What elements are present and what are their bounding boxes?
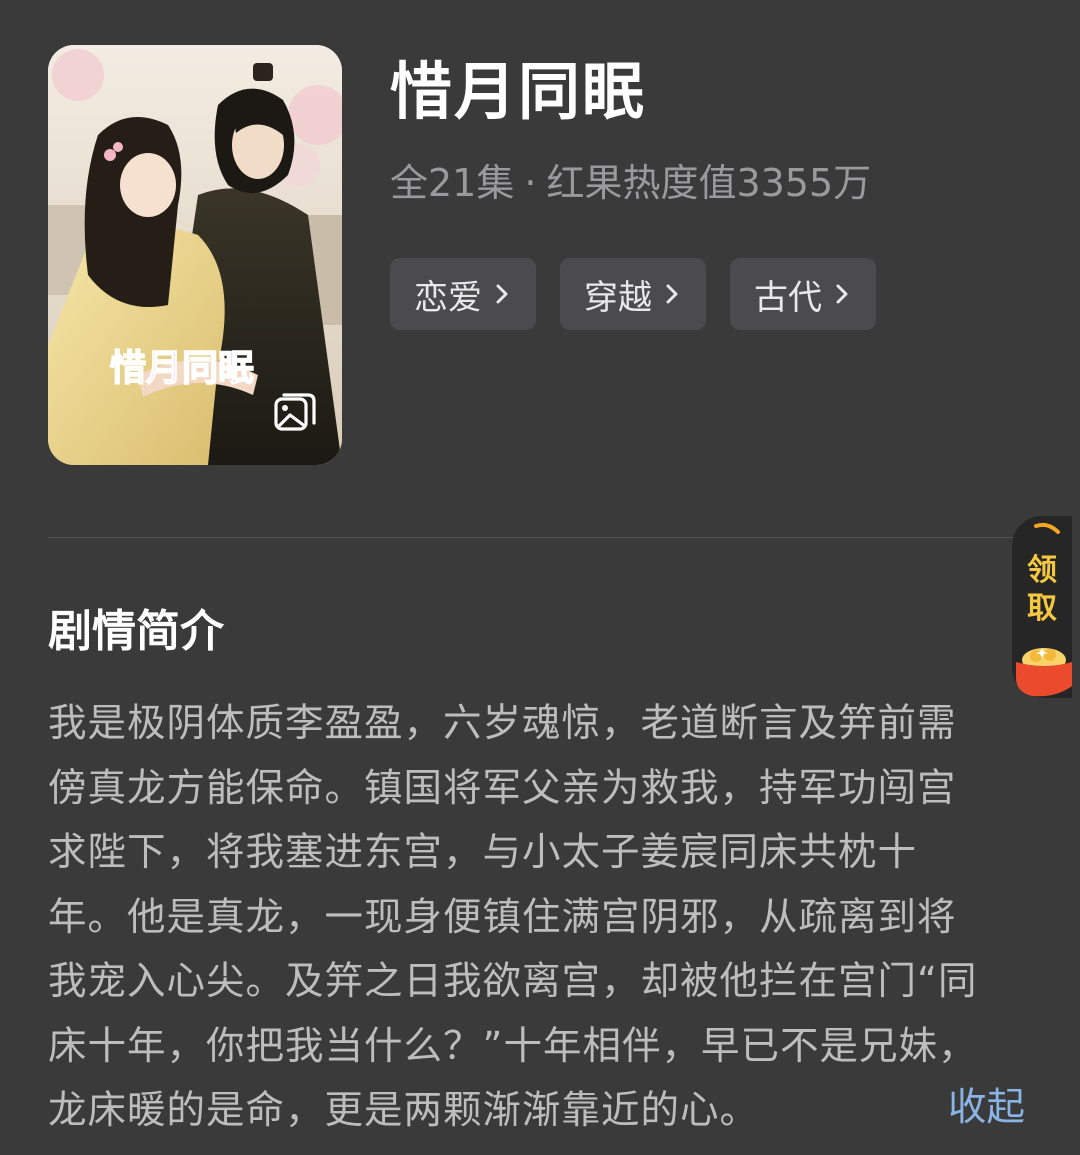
synopsis-line: 龙床暖的是命，更是两颗渐渐靠近的心。 xyxy=(48,1088,760,1133)
reward-widget[interactable]: 领取 xyxy=(1012,516,1072,698)
chevron-right-icon xyxy=(496,284,508,304)
progress-arc-icon xyxy=(1034,522,1060,534)
genre-tags: 恋爱 穿越 古代 xyxy=(390,258,876,330)
drama-cover-image[interactable]: 惜月同眠 xyxy=(48,45,342,465)
reward-label: 领取 xyxy=(1027,553,1057,626)
chevron-right-icon xyxy=(666,284,678,304)
collapse-button[interactable]: 收起 xyxy=(948,1076,1025,1140)
heat-value: 红果热度值3355万 xyxy=(546,161,872,205)
synopsis-text: 我是极阴体质李盈盈，六岁魂惊，老道断言及笄前需 傍真龙方能保命。镇国将军父亲为救… xyxy=(48,692,1038,1144)
cover-title-art: 惜月同眠 xyxy=(110,347,254,389)
episode-count: 全21集 xyxy=(390,161,515,205)
tag-label: 恋爱 xyxy=(414,277,482,318)
synopsis-heading: 剧情简介 xyxy=(48,606,224,657)
meta-separator: · xyxy=(524,161,537,205)
tag-label: 穿越 xyxy=(584,277,652,318)
synopsis-line: 年。他是真龙，一现身便镇住满宫阴邪，从疏离到将 xyxy=(48,894,957,940)
tag-label: 古代 xyxy=(754,277,822,318)
synopsis-line: 求陛下，将我塞进东宫，与小太子姜宸同床共枕十 xyxy=(48,830,918,875)
section-divider xyxy=(48,537,1018,538)
tag-ancient[interactable]: 古代 xyxy=(730,258,876,330)
synopsis-line: 我是极阴体质李盈盈，六岁魂惊，老道断言及笄前需 xyxy=(48,701,957,746)
drama-meta: 全21集 · 红果热度值3355万 xyxy=(390,155,871,211)
drama-title: 惜月同眠 xyxy=(390,55,647,128)
image-gallery-icon[interactable] xyxy=(272,389,320,437)
synopsis-line: 我宠入心尖。及笄之日我欲离宫，却被他拦在宫门“同 xyxy=(48,959,978,1004)
synopsis-line: 傍真龙方能保命。镇国将军父亲为救我，持军功闯宫 xyxy=(48,765,957,811)
coin-bag-icon xyxy=(1016,648,1072,697)
chevron-right-icon xyxy=(836,284,848,304)
synopsis-line: 床十年，你把我当什么？”十年相伴，早已不是兄妹， xyxy=(48,1023,978,1069)
tag-romance[interactable]: 恋爱 xyxy=(390,258,536,330)
tag-time-travel[interactable]: 穿越 xyxy=(560,258,706,330)
